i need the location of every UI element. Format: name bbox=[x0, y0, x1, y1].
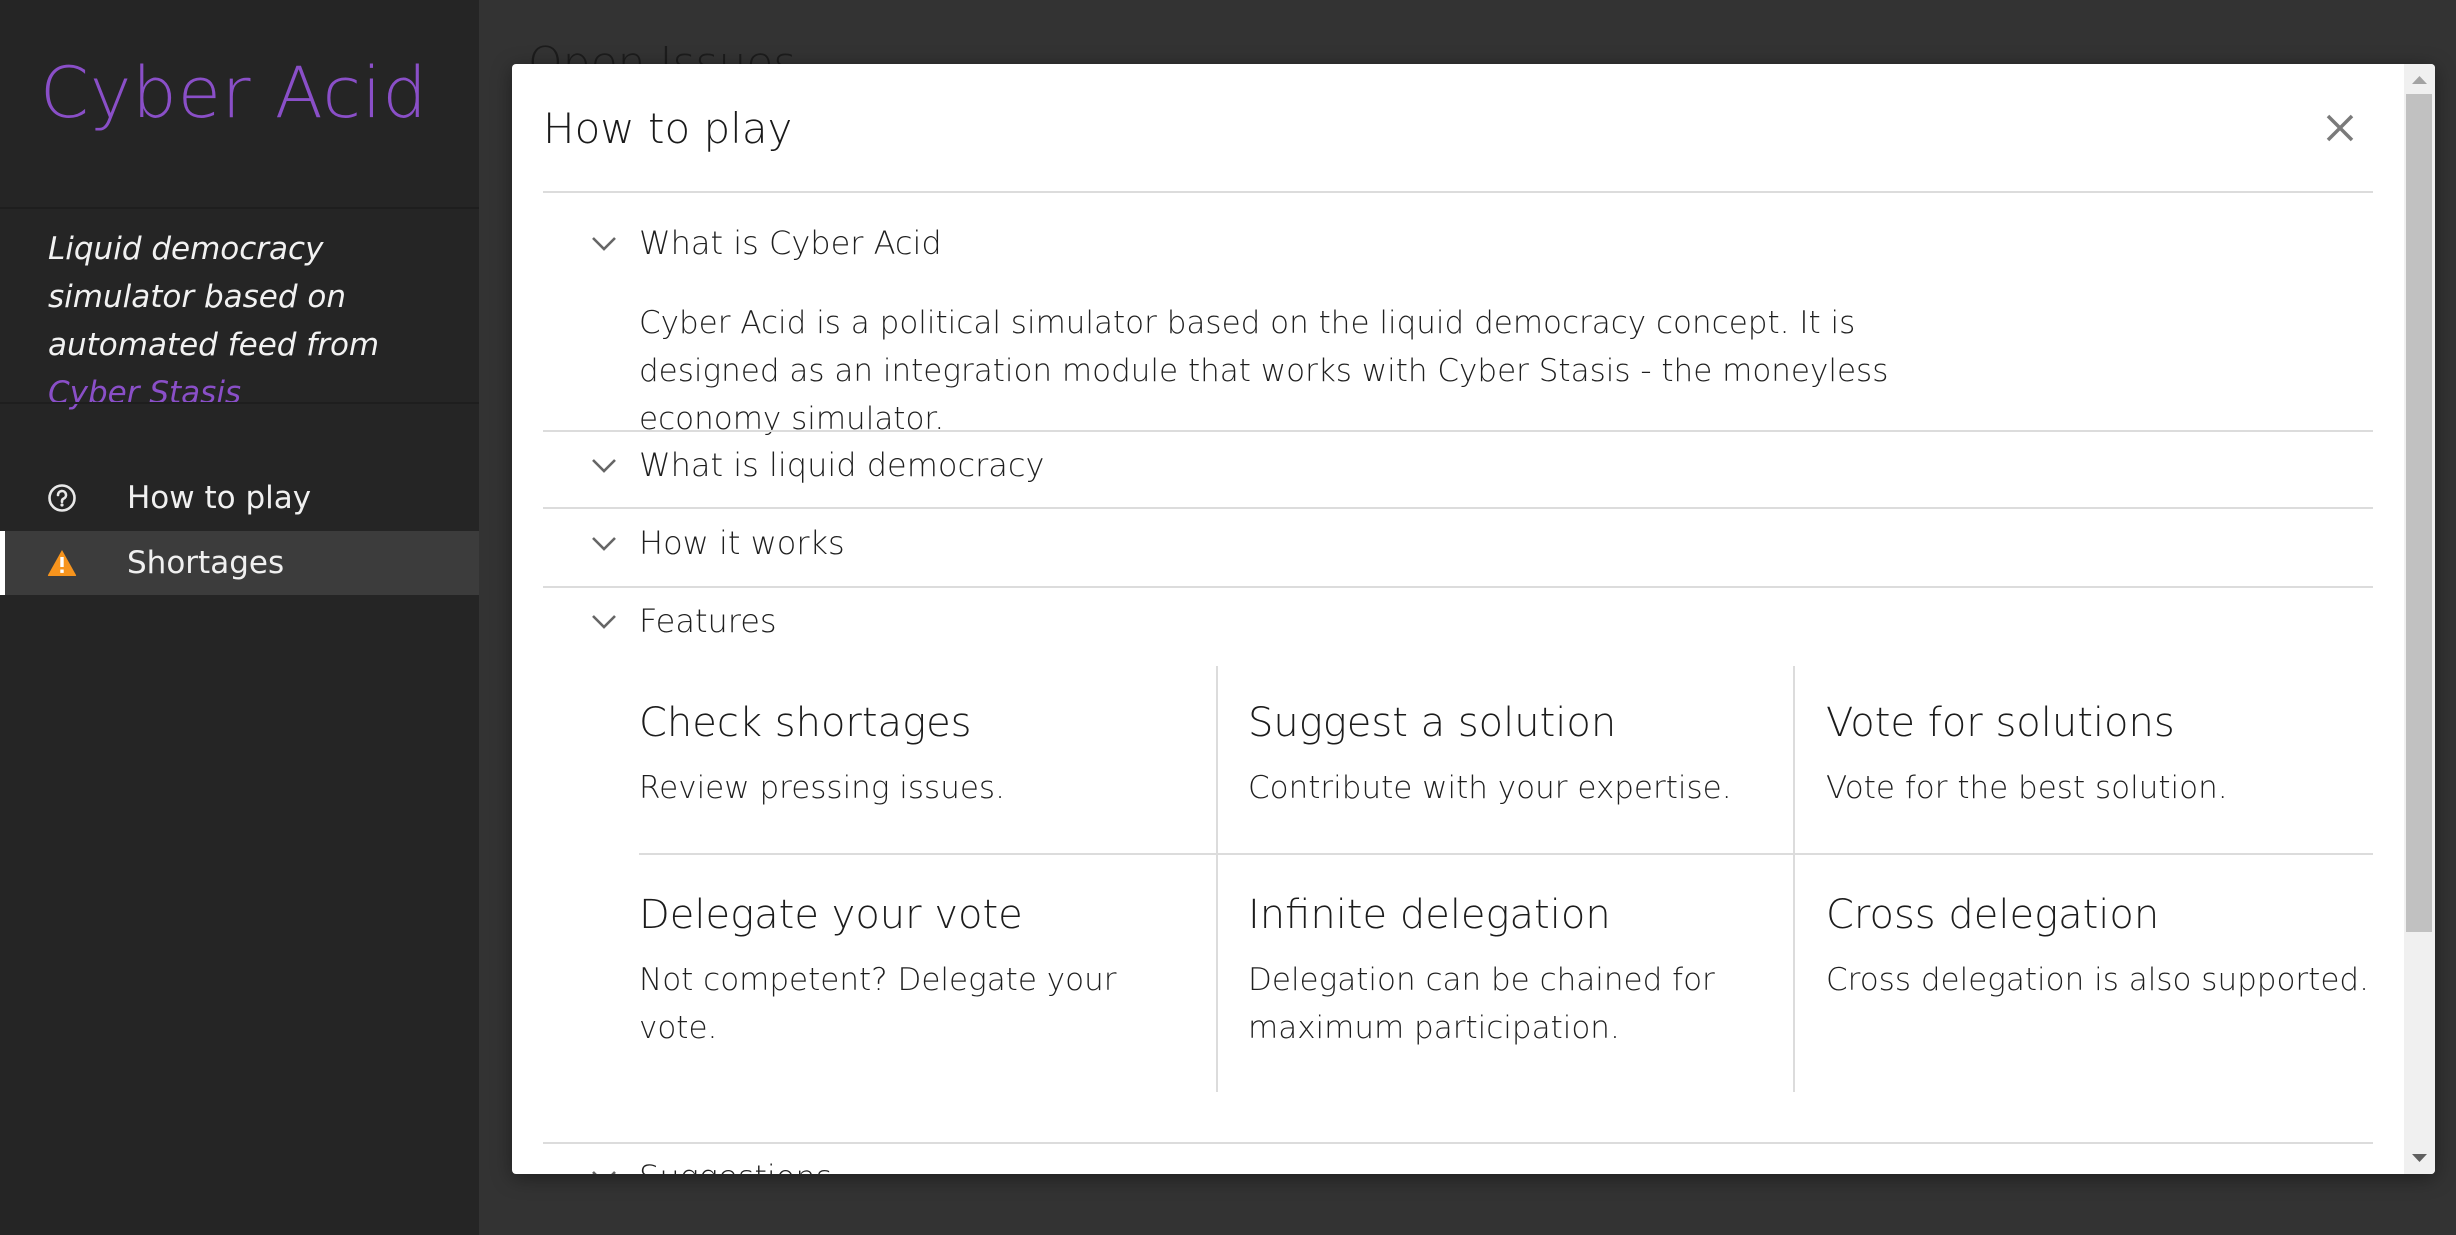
accordion-divider bbox=[543, 586, 2373, 588]
feature-card: Check shortages Review pressing issues. bbox=[639, 700, 1179, 812]
feature-title: Infinite delegation bbox=[1248, 892, 1611, 938]
app-title[interactable]: Cyber Acid bbox=[40, 52, 428, 134]
accordion-divider bbox=[543, 430, 2373, 432]
chevron-down-icon bbox=[592, 459, 616, 473]
close-icon bbox=[2326, 114, 2354, 142]
feature-title: Vote for solutions bbox=[1826, 700, 2175, 746]
grid-divider bbox=[639, 853, 2373, 855]
accordion-label: What is Cyber Acid bbox=[639, 224, 942, 262]
feature-desc: Contribute with your expertise. bbox=[1248, 770, 1732, 806]
feature-card: Infinite delegation Delegation can be ch… bbox=[1248, 892, 1728, 1052]
feature-title: Cross delegation bbox=[1826, 892, 2160, 938]
tagline-text: Liquid democracy simulator based on auto… bbox=[48, 231, 380, 363]
chevron-down-icon bbox=[592, 537, 616, 551]
scroll-down-button[interactable] bbox=[2404, 1144, 2435, 1174]
sidebar-item-label: Shortages bbox=[127, 545, 285, 581]
feature-card: Suggest a solution Contribute with your … bbox=[1248, 700, 1788, 812]
cyber-stasis-link[interactable]: Cyber Stasis bbox=[48, 375, 241, 411]
accordion-divider bbox=[543, 1142, 2373, 1144]
feature-desc: Vote for the best solution. bbox=[1826, 770, 2228, 806]
sidebar: Cyber Acid Liquid democracy simulator ba… bbox=[0, 0, 479, 1235]
feature-title: Suggest a solution bbox=[1248, 700, 1617, 746]
accordion-label: How it works bbox=[639, 524, 845, 562]
triangle-up-icon bbox=[2412, 76, 2427, 84]
app-tagline: Liquid democracy simulator based on auto… bbox=[48, 225, 468, 417]
sidebar-divider bbox=[0, 207, 479, 209]
triangle-down-icon bbox=[2412, 1154, 2427, 1162]
feature-title: Delegate your vote bbox=[639, 892, 1023, 938]
sidebar-divider bbox=[0, 402, 479, 404]
grid-divider bbox=[1216, 666, 1218, 1092]
how-to-play-modal: How to play What is Cyber Acid Cyber Aci… bbox=[512, 64, 2435, 1174]
close-button[interactable] bbox=[2320, 108, 2360, 148]
accordion-what-is-cyber-acid[interactable]: What is Cyber Acid bbox=[543, 216, 2373, 276]
feature-desc: Not competent? Delegate your vote. bbox=[639, 962, 1117, 1046]
scroll-thumb[interactable] bbox=[2406, 94, 2432, 932]
accordion-what-is-liquid-democracy[interactable]: What is liquid democracy bbox=[543, 438, 2373, 498]
scroll-up-button[interactable] bbox=[2404, 64, 2435, 94]
chevron-down-icon bbox=[592, 1171, 616, 1174]
sidebar-item-label: How to play bbox=[127, 480, 312, 516]
accordion-features[interactable]: Features bbox=[543, 594, 2373, 654]
accordion-how-it-works[interactable]: How it works bbox=[543, 516, 2373, 576]
sidebar-item-how-to-play[interactable]: How to play bbox=[0, 466, 479, 530]
accordion-suggestions[interactable]: Suggestions bbox=[543, 1150, 2373, 1174]
sidebar-item-shortages[interactable]: Shortages bbox=[0, 531, 479, 595]
accordion-label: Features bbox=[639, 602, 777, 640]
accordion-label: Suggestions bbox=[639, 1158, 832, 1174]
grid-divider bbox=[1793, 666, 1795, 1092]
warning-icon bbox=[47, 548, 77, 578]
modal-title: How to play bbox=[543, 104, 793, 153]
feature-desc: Cross delegation is also supported. bbox=[1826, 962, 2369, 998]
feature-card: Vote for solutions Vote for the best sol… bbox=[1826, 700, 2386, 812]
chevron-down-icon bbox=[592, 615, 616, 629]
help-circle-icon bbox=[47, 483, 77, 513]
feature-title: Check shortages bbox=[639, 700, 972, 746]
feature-desc: Review pressing issues. bbox=[639, 770, 1005, 806]
accordion-label: What is liquid democracy bbox=[639, 446, 1045, 484]
modal-scrollbar[interactable] bbox=[2404, 64, 2435, 1174]
feature-card: Cross delegation Cross delegation is als… bbox=[1826, 892, 2386, 1004]
modal-header-divider bbox=[543, 191, 2373, 193]
accordion-divider bbox=[543, 507, 2373, 509]
accordion-body: Cyber Acid is a political simulator base… bbox=[639, 305, 1889, 437]
chevron-down-icon bbox=[592, 237, 616, 251]
feature-desc: Delegation can be chained for maximum pa… bbox=[1248, 962, 1715, 1046]
feature-card: Delegate your vote Not competent? Delega… bbox=[639, 892, 1139, 1052]
